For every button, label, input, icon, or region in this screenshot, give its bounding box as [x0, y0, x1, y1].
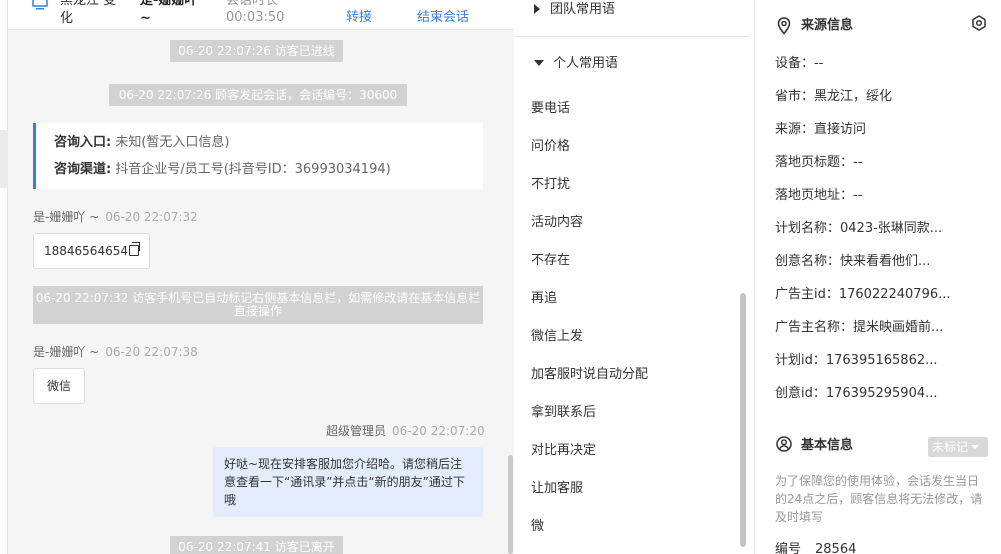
chat-header: 黑龙江 变化 是-姗姗吖 ~ 会话时长 00:03:50 转接 结束会话 [8, 0, 514, 30]
chat-panel: 黑龙江 变化 是-姗姗吖 ~ 会话时长 00:03:50 转接 结束会话 06-… [0, 0, 514, 554]
consult-channel-row: 咨询渠道: 抖音企业号/员工号(抖音号ID：36993034194) [54, 161, 391, 179]
message-time: 06-20 22:07:38 [105, 345, 198, 359]
caret-right-icon [534, 4, 540, 14]
settings-icon[interactable] [971, 15, 987, 31]
phrase-item[interactable]: 拿到联系后 [531, 404, 596, 422]
user-icon [776, 436, 792, 452]
phrase-item[interactable]: 对比再决定 [531, 442, 596, 460]
source-row-creative-name: 创意名称：快来看看他们... [775, 254, 931, 269]
team-phrases-group[interactable]: 团队常用语 [534, 1, 615, 19]
visitor-id-value: 28564 [815, 542, 857, 554]
message-text: 微信 [46, 379, 71, 393]
source-row-creative-id: 创意id：176395295904... [775, 386, 938, 401]
system-message-start: 06-20 22:07:26 顾客发起会话，会话编号：30600 [109, 84, 407, 106]
message-bubble-phone[interactable]: 18846564654 [33, 233, 150, 269]
source-row-advertiser-name: 广告主名称：提米映画婚前... [775, 320, 944, 335]
system-message-enter: 06-20 22:07:26 访客已进线 [170, 40, 343, 62]
phrases-panel: 团队常用语 个人常用语 要电话 问价格 不打扰 活动内容 不存在 再追 微信上发… [514, 0, 755, 554]
phrase-item[interactable]: 再追 [531, 290, 557, 308]
phrase-list: 要电话 问价格 不打扰 活动内容 不存在 再追 微信上发 加客服时说自动分配 拿… [514, 72, 742, 554]
visitor-id-row: 编号 28564 [775, 541, 856, 554]
phrase-item[interactable]: 要电话 [531, 100, 570, 118]
consult-channel-value: 抖音企业号/员工号(抖音号ID：36993034194) [115, 162, 391, 177]
sender-name: 是-姗姗吖 ~ [33, 345, 100, 359]
consult-entry-row: 咨询入口: 未知(暂无入口信息) [54, 134, 230, 152]
message-sender: 是-姗姗吖 ~ 06-20 22:07:32 [33, 209, 198, 225]
caret-down-icon [534, 60, 544, 66]
source-row-landing-title: 落地页标题：-- [775, 155, 863, 170]
visitor-id-label: 编号 [775, 542, 802, 554]
left-rail [0, 0, 8, 554]
chevron-down-icon [971, 445, 980, 449]
phrase-item[interactable]: 让加客服 [531, 480, 583, 498]
sender-name: 超级管理员 [326, 424, 387, 438]
transfer-button[interactable]: 转接 [346, 9, 372, 27]
phrase-item[interactable]: 加客服时说自动分配 [531, 366, 648, 384]
source-row-source: 来源：直接访问 [775, 122, 867, 137]
divider [514, 36, 748, 37]
phrase-item[interactable]: 问价格 [531, 138, 570, 156]
copy-icon[interactable] [128, 242, 140, 256]
visitor-region: 黑龙江 变化 [60, 0, 117, 26]
personal-phrases-group[interactable]: 个人常用语 [534, 55, 618, 73]
source-row-plan-name: 计划名称：0423-张琳同款... [775, 221, 943, 236]
tag-dropdown-label: 未标记 [932, 440, 969, 454]
left-rail-tab[interactable] [0, 130, 8, 188]
system-message-phone-tagged: 06-20 22:07:32 访客手机号已自动标记右侧基本信息栏，如需修改请在基… [33, 286, 483, 324]
consult-channel-key: 咨询渠道: [54, 162, 112, 177]
message-text: 18846564654 [44, 244, 128, 258]
source-row-plan-id: 计划id：176395165862... [775, 353, 938, 368]
source-row-advertiser-id: 广告主id：176022240796... [775, 287, 951, 302]
message-time: 06-20 22:07:20 [392, 424, 485, 438]
source-info-title: 来源信息 [801, 18, 854, 33]
phrases-scrollbar[interactable] [740, 293, 746, 547]
message-sender: 是-姗姗吖 ~ 06-20 22:07:38 [33, 344, 198, 360]
personal-phrases-label: 个人常用语 [553, 56, 619, 71]
phrase-item[interactable]: 不存在 [531, 252, 570, 270]
phrase-item[interactable]: 微信上发 [531, 328, 583, 346]
visitor-info-panel: 来源信息 设备：-- 省市：黑龙江，绥化 来源：直接访问 落地页标题：-- 落地… [755, 0, 1001, 554]
monitor-icon [32, 0, 48, 10]
consult-entry-key: 咨询入口: [54, 135, 112, 150]
source-row-device: 设备：-- [775, 56, 824, 71]
session-duration: 00:03:50 [226, 10, 285, 25]
chat-scrollbar[interactable] [508, 455, 513, 554]
consult-entry-value: 未知(暂无入口信息) [115, 135, 230, 150]
system-message-leave: 06-20 22:07:41 访客已离开 [170, 536, 343, 554]
tag-dropdown[interactable]: 未标记 [928, 437, 988, 457]
message-sender-agent: 超级管理员 06-20 22:07:20 [326, 423, 485, 439]
phrase-item[interactable]: 微 [531, 518, 544, 536]
phrase-item[interactable]: 不打扰 [531, 176, 570, 194]
source-row-province: 省市：黑龙江，绥化 [775, 89, 893, 104]
message-bubble-wechat[interactable]: 微信 [33, 368, 85, 404]
message-time: 06-20 22:07:32 [105, 210, 198, 224]
sender-name: 是-姗姗吖 ~ [33, 210, 100, 224]
team-phrases-label: 团队常用语 [550, 2, 616, 17]
edit-deadline-note: 为了保障您的使用体验，会话发生当日的24点之后，顾客信息将无法修改，请及时填写 [775, 474, 983, 524]
consult-info-card: 咨询入口: 未知(暂无入口信息) 咨询渠道: 抖音企业号/员工号(抖音号ID：3… [33, 123, 483, 189]
location-pin-icon [777, 17, 791, 35]
message-bubble-outgoing[interactable]: 好哒~现在安排客服加您介绍哈。请您稍后注意查看一下“通讯录”并点击“新的朋友”通… [213, 447, 483, 517]
basic-info-title: 基本信息 [801, 438, 854, 453]
phrase-item[interactable]: 活动内容 [531, 214, 583, 232]
source-row-landing-url: 落地页地址：-- [775, 188, 863, 203]
visitor-name: 是-姗姗吖 ~ [140, 0, 198, 26]
end-session-button[interactable]: 结束会话 [417, 9, 469, 27]
